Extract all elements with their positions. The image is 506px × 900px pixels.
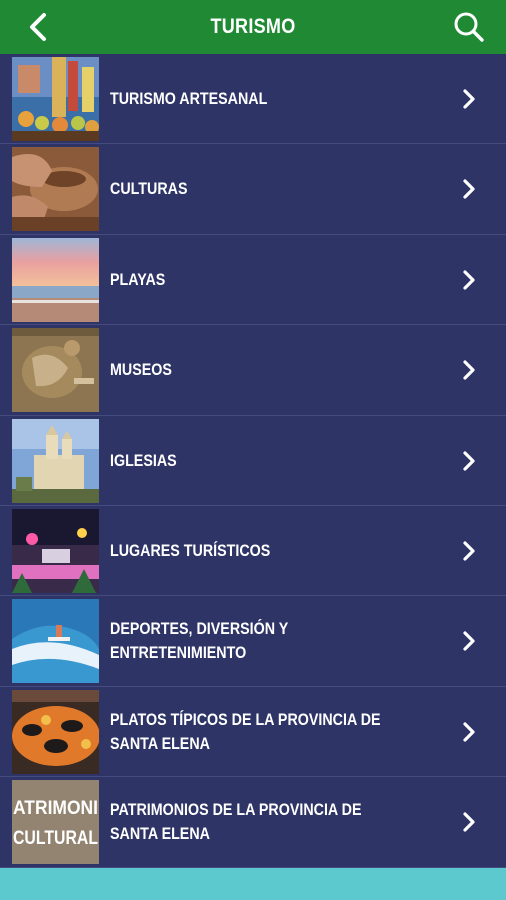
search-icon bbox=[454, 12, 484, 42]
list-item-label: PATRIMONIOS DE LA PROVINCIA DE SANTA ELE… bbox=[110, 800, 362, 844]
list-item-label: CULTURAS bbox=[110, 179, 188, 199]
list-item-lugares-turisticos[interactable]: LUGARES TURÍSTICOS bbox=[0, 505, 506, 597]
chevron-right-icon bbox=[463, 812, 475, 832]
bottom-bar bbox=[0, 868, 506, 900]
list-item-label: PLATOS TÍPICOS DE LA PROVINCIA DE SANTA … bbox=[110, 709, 381, 753]
church-thumbnail bbox=[12, 418, 99, 503]
list-item-turismo-artesanal[interactable]: TURISMO ARTESANAL bbox=[0, 54, 506, 145]
handicraft-thumbnail bbox=[12, 57, 99, 141]
thumb-text-line-2: CULTURAL bbox=[13, 828, 98, 849]
list-item-label: TURISMO ARTESANAL bbox=[110, 89, 268, 108]
thumb-text-line-1: ATRIMONI bbox=[13, 798, 98, 819]
museum-thumbnail bbox=[12, 328, 99, 413]
list-item-label: DEPORTES, DIVERSIÓN Y ENTRETENIMIENTO bbox=[110, 619, 289, 663]
list-item-patrimonios[interactable]: ATRIMONI CULTURAL PATRIMONIOS DE LA PROV… bbox=[0, 777, 506, 868]
chevron-right-icon bbox=[463, 360, 475, 380]
chevron-right-icon bbox=[463, 89, 475, 109]
chevron-right-icon bbox=[463, 450, 475, 471]
category-list: TURISMO ARTESANAL CULTURAS PLAYAS MUSEOS… bbox=[0, 54, 506, 868]
list-item-platos-tipicos[interactable]: PLATOS TÍPICOS DE LA PROVINCIA DE SANTA … bbox=[0, 686, 506, 778]
beach-thumbnail bbox=[12, 237, 99, 322]
chevron-right-icon bbox=[463, 631, 475, 651]
list-item-label: MUSEOS bbox=[110, 360, 172, 380]
chevron-right-icon bbox=[463, 270, 475, 290]
list-item-playas[interactable]: PLAYAS bbox=[0, 234, 506, 326]
chevron-right-icon bbox=[463, 541, 475, 561]
list-item-label: IGLESIAS bbox=[110, 450, 177, 470]
list-item-label: LUGARES TURÍSTICOS bbox=[110, 540, 271, 560]
patrimonio-cultural-thumbnail: ATRIMONI CULTURAL bbox=[12, 780, 99, 865]
top-app-bar: TURISMO bbox=[0, 0, 506, 54]
list-item-museos[interactable]: MUSEOS bbox=[0, 325, 506, 416]
page-title: TURISMO bbox=[210, 15, 296, 38]
tourist-places-thumbnail bbox=[12, 508, 99, 593]
search-button[interactable] bbox=[452, 10, 486, 44]
list-item-culturas[interactable]: CULTURAS bbox=[0, 144, 506, 235]
chevron-right-icon bbox=[463, 722, 475, 742]
chevron-right-icon bbox=[463, 179, 475, 199]
pottery-thumbnail bbox=[12, 147, 99, 232]
list-item-iglesias[interactable]: IGLESIAS bbox=[0, 415, 506, 506]
surfing-thumbnail bbox=[12, 599, 99, 684]
list-item-label: PLAYAS bbox=[110, 269, 166, 289]
seafood-dish-thumbnail bbox=[12, 689, 99, 774]
list-item-deportes[interactable]: DEPORTES, DIVERSIÓN Y ENTRETENIMIENTO bbox=[0, 596, 506, 687]
